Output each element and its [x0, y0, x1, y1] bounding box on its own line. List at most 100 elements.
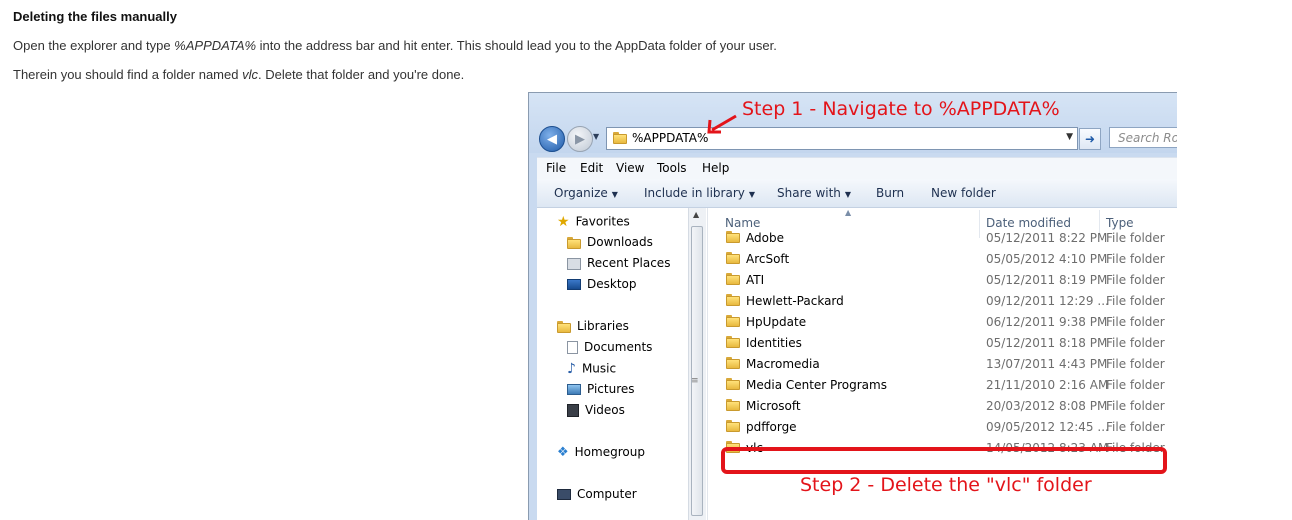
step2-annotation: Step 2 - Delete the "vlc" folder: [800, 474, 1092, 496]
file-date: 20/03/2012 8:08 PM: [986, 399, 1108, 413]
file-name: ATI: [746, 273, 765, 287]
pictures-icon: [567, 384, 581, 395]
menu-edit[interactable]: Edit: [580, 161, 603, 175]
file-date: 09/05/2012 12:45 ...: [986, 420, 1109, 434]
folder-icon: [726, 294, 740, 306]
nav-documents[interactable]: Documents: [567, 340, 652, 354]
nav-favorites[interactable]: ★ Favorites: [557, 214, 630, 230]
nav-label: Music: [581, 361, 617, 376]
file-type: File folder: [1106, 357, 1165, 371]
nav-label: Favorites: [575, 214, 630, 229]
nav-label: Downloads: [587, 235, 653, 249]
file-type: File folder: [1106, 420, 1165, 434]
file-date: 21/11/2010 2:16 AM: [986, 378, 1109, 392]
folder-icon: [726, 273, 740, 285]
forward-arrow-icon[interactable]: ▶: [567, 126, 593, 152]
para1-appdata-term: %APPDATA%: [174, 38, 257, 53]
table-row[interactable]: pdfforge 09/05/2012 12:45 ... File folder: [708, 417, 1177, 438]
address-text: %APPDATA%: [632, 131, 709, 145]
table-row[interactable]: Adobe 05/12/2011 8:22 PM File folder: [708, 228, 1177, 249]
file-type: File folder: [1106, 399, 1165, 413]
file-date: 05/12/2011 8:19 PM: [986, 273, 1108, 287]
nav-computer[interactable]: Computer: [557, 487, 637, 501]
folder-icon: [726, 336, 740, 348]
go-arrow-icon[interactable]: ➜: [1079, 128, 1101, 150]
para2-text: Therein you should find a folder named: [13, 67, 243, 82]
nav-label: Desktop: [587, 277, 637, 291]
nav-label: Libraries: [577, 319, 629, 333]
folder-icon: [726, 378, 740, 390]
nav-desktop[interactable]: Desktop: [567, 277, 637, 291]
share-with-button[interactable]: Share with ▼: [777, 186, 851, 200]
section-heading: Deleting the files manually: [13, 9, 177, 24]
nav-label: Pictures: [587, 382, 635, 396]
file-type: File folder: [1106, 231, 1165, 245]
nav-homegroup[interactable]: ❖ Homegroup: [557, 445, 645, 460]
search-input[interactable]: Search Roa: [1109, 127, 1177, 148]
nav-label: Homegroup: [574, 445, 645, 459]
nav-label: Recent Places: [587, 256, 671, 270]
nav-videos[interactable]: Videos: [567, 403, 625, 417]
chevron-down-icon: ▼: [844, 190, 852, 199]
desktop-icon: [567, 279, 581, 290]
file-date: 13/07/2011 4:43 PM: [986, 357, 1108, 371]
table-row[interactable]: ATI 05/12/2011 8:19 PM File folder: [708, 270, 1177, 291]
scroll-up-icon[interactable]: ▲: [693, 210, 699, 219]
address-dropdown-icon[interactable]: ▼: [1066, 132, 1073, 142]
back-arrow-icon[interactable]: ◀: [539, 126, 565, 152]
downloads-folder-icon: [567, 236, 581, 249]
address-bar[interactable]: %APPDATA% ▼: [606, 127, 1078, 150]
file-type: File folder: [1106, 294, 1165, 308]
table-row[interactable]: HpUpdate 06/12/2011 9:38 PM File folder: [708, 312, 1177, 333]
nav-music[interactable]: ♪ Music: [567, 361, 616, 377]
nav-downloads[interactable]: Downloads: [567, 235, 653, 249]
nav-scrollbar[interactable]: ▲ ≡: [688, 208, 706, 520]
chevron-down-icon: ▼: [611, 190, 618, 199]
organize-button[interactable]: Organize ▼: [554, 186, 618, 200]
history-dropdown-icon[interactable]: ▼: [593, 132, 599, 141]
file-date: 05/12/2011 8:18 PM: [986, 336, 1108, 350]
nav-libraries[interactable]: Libraries: [557, 319, 629, 333]
file-date: 09/12/2011 12:29 ...: [986, 294, 1109, 308]
navigation-pane: ★ Favorites Downloads Recent Places Deskt…: [537, 208, 709, 520]
scrollbar-thumb[interactable]: [691, 226, 703, 516]
file-name: HpUpdate: [746, 315, 807, 329]
table-row[interactable]: Microsoft 20/03/2012 8:08 PM File folder: [708, 396, 1177, 417]
file-date: 06/12/2011 9:38 PM: [986, 315, 1108, 329]
include-in-library-button[interactable]: Include in library ▼: [644, 186, 755, 200]
sort-ascending-icon: ▲: [845, 208, 852, 217]
libraries-icon: [557, 320, 571, 333]
para1-text-end: into the address bar and hit enter. This…: [256, 38, 777, 53]
table-row[interactable]: Media Center Programs 21/11/2010 2:16 AM F…: [708, 375, 1177, 396]
menu-view[interactable]: View: [616, 161, 644, 175]
menu-file[interactable]: File: [546, 161, 566, 175]
videos-icon: [567, 404, 579, 417]
folder-icon: [726, 357, 740, 369]
nav-label: Computer: [577, 487, 637, 501]
para2-text-end: . Delete that folder and you're done.: [257, 67, 465, 82]
instruction-paragraph-2: Therein you should find a folder named v…: [13, 67, 464, 82]
file-name: Hewlett-Packard: [746, 294, 844, 308]
table-row[interactable]: Hewlett-Packard 09/12/2011 12:29 ... File …: [708, 291, 1177, 312]
menu-tools[interactable]: Tools: [657, 161, 687, 175]
menu-bar: File Edit View Tools Help: [537, 157, 1177, 180]
burn-button[interactable]: Burn: [876, 186, 904, 200]
instruction-paragraph-1: Open the explorer and type %APPDATA% int…: [13, 38, 777, 53]
nav-label: Documents: [584, 340, 653, 354]
file-name: ArcSoft: [746, 252, 790, 266]
table-row[interactable]: Identities 05/12/2011 8:18 PM File folder: [708, 333, 1177, 354]
scroll-grip-icon: ≡: [691, 376, 699, 386]
file-type: File folder: [1106, 252, 1165, 266]
file-type: File folder: [1106, 336, 1165, 350]
homegroup-icon: ❖: [557, 445, 569, 460]
folder-icon: [726, 231, 740, 243]
table-row[interactable]: Macromedia 13/07/2011 4:43 PM File folder: [708, 354, 1177, 375]
table-row[interactable]: ArcSoft 05/05/2012 4:10 PM File folder: [708, 249, 1177, 270]
folder-icon: [726, 399, 740, 411]
command-bar: Organize ▼ Include in library ▼ Share with…: [537, 179, 1177, 208]
star-icon: ★: [557, 214, 570, 230]
nav-pictures[interactable]: Pictures: [567, 382, 635, 396]
menu-help[interactable]: Help: [702, 161, 729, 175]
nav-recent-places[interactable]: Recent Places: [567, 256, 670, 270]
new-folder-button[interactable]: New folder: [931, 186, 996, 200]
